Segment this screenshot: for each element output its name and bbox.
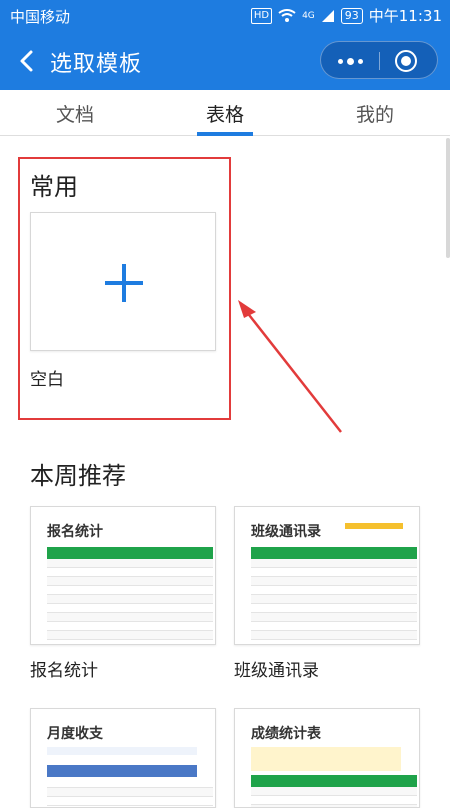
sheet-preview-info bbox=[251, 747, 401, 771]
more-options-button[interactable] bbox=[321, 42, 379, 80]
battery-indicator: 93 bbox=[340, 7, 363, 24]
sheet-preview bbox=[47, 547, 213, 640]
template-card-signup[interactable]: 报名统计 bbox=[30, 506, 216, 645]
status-bar: 中国移动 HD 4G 93 中午11:31 bbox=[0, 0, 450, 32]
template-thumb-title: 成绩统计表 bbox=[251, 726, 321, 742]
plus-icon bbox=[105, 264, 143, 302]
tab-bar: 文档 表格 我的 bbox=[0, 90, 450, 136]
status-icons: HD 4G 93 中午11:31 bbox=[250, 5, 442, 26]
template-card-class-contacts[interactable]: 班级通讯录 bbox=[234, 506, 420, 645]
clock: 中午11:31 bbox=[368, 7, 442, 25]
tab-documents[interactable]: 文档 bbox=[25, 100, 125, 127]
template-thumb-title: 班级通讯录 bbox=[251, 524, 321, 540]
capsule-divider bbox=[379, 52, 380, 70]
carrier-name: 中国移动 bbox=[10, 8, 71, 26]
template-card-monthly-budget[interactable]: 月度收支 bbox=[30, 708, 216, 808]
section-title-weekly: 本周推荐 bbox=[30, 462, 126, 490]
page-title: 选取模板 bbox=[50, 52, 143, 77]
network-type: 4G bbox=[302, 10, 315, 21]
scrollbar[interactable] bbox=[446, 138, 450, 258]
active-tab-indicator bbox=[197, 132, 253, 136]
sheet-preview bbox=[251, 775, 417, 807]
dot-icon bbox=[337, 58, 343, 64]
template-label: 报名统计 bbox=[30, 661, 98, 681]
tab-spreadsheets[interactable]: 表格 bbox=[175, 100, 275, 127]
sheet-preview bbox=[47, 779, 213, 806]
sheet-preview bbox=[251, 547, 417, 640]
template-card-grades[interactable]: 成绩统计表 bbox=[234, 708, 420, 808]
template-thumb-title: 报名统计 bbox=[47, 524, 103, 540]
section-title-common: 常用 bbox=[30, 173, 78, 201]
dot-icon bbox=[346, 57, 354, 65]
dot-icon bbox=[357, 58, 363, 64]
miniapp-capsule bbox=[320, 41, 438, 79]
wifi-icon bbox=[278, 8, 296, 22]
blank-template-label: 空白 bbox=[30, 370, 64, 390]
back-arrow-icon[interactable] bbox=[14, 46, 42, 76]
close-miniapp-icon[interactable] bbox=[395, 50, 417, 72]
title-bar: 选取模板 bbox=[0, 32, 450, 90]
template-label: 班级通讯录 bbox=[234, 661, 319, 681]
signal-icon bbox=[321, 9, 334, 22]
template-thumb-title: 月度收支 bbox=[47, 726, 103, 742]
blank-template-card[interactable] bbox=[30, 212, 216, 351]
tab-mine[interactable]: 我的 bbox=[325, 100, 425, 127]
hd-badge: HD bbox=[250, 7, 273, 24]
sheet-preview-header bbox=[345, 523, 403, 529]
sheet-preview-info bbox=[47, 747, 197, 755]
sheet-preview-header bbox=[47, 765, 197, 777]
